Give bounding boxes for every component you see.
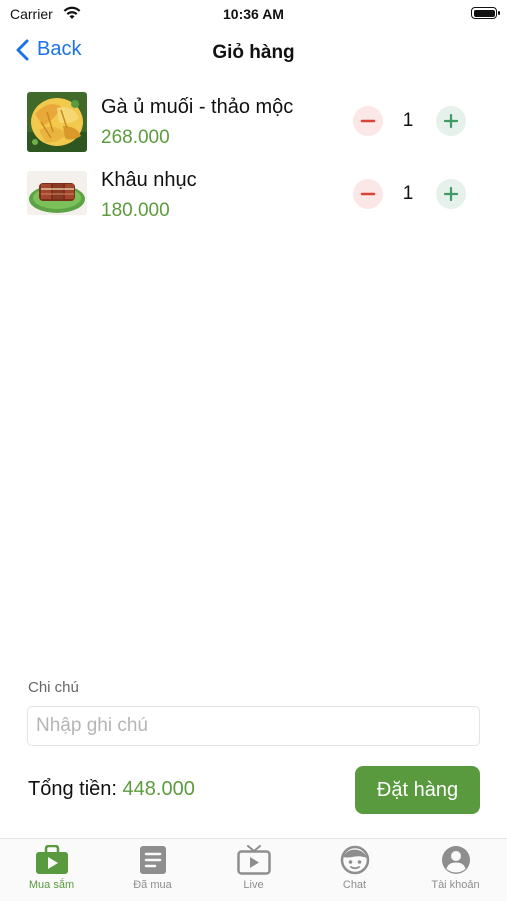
- order-total: Tổng tiền: 448.000: [28, 778, 195, 801]
- cart-item: Khâu nhục 180.000 1: [0, 161, 507, 234]
- quantity-value: 1: [402, 110, 414, 131]
- status-bar: Carrier 10:36 AM: [0, 0, 507, 30]
- item-price: 268.000: [101, 127, 170, 148]
- increase-quantity-button[interactable]: [436, 106, 466, 136]
- decrease-quantity-button[interactable]: [353, 179, 383, 209]
- tab-label: Chat: [342, 879, 367, 891]
- cart-item: Gà ủ muối - thảo mộc 268.000 1: [0, 88, 507, 161]
- tv-icon: [236, 845, 271, 875]
- braised-pork-photo: [27, 171, 87, 215]
- minus-icon: [360, 192, 376, 196]
- tab-tai-khoan[interactable]: Tài khoản: [405, 845, 506, 891]
- navigation-bar: Back Giỏ hàng: [0, 30, 507, 74]
- clock: 10:36 AM: [223, 6, 284, 22]
- tab-chat[interactable]: Chat: [304, 845, 405, 891]
- decrease-quantity-button[interactable]: [353, 106, 383, 136]
- item-name: Khâu nhục: [101, 169, 197, 191]
- place-order-button[interactable]: Đặt hàng: [355, 766, 480, 814]
- receipt-icon: [139, 846, 166, 874]
- chat-face-icon: [340, 845, 369, 875]
- tab-label: Mua sắm: [28, 879, 75, 891]
- total-label: Tổng tiền:: [28, 778, 117, 800]
- tab-label: Live: [243, 879, 264, 891]
- item-price: 180.000: [101, 200, 170, 221]
- tab-mua-sam[interactable]: Mua sắm: [1, 845, 102, 891]
- tab-label: Tài khoản: [431, 879, 480, 891]
- minus-icon: [360, 119, 376, 123]
- total-value: 448.000: [122, 778, 195, 800]
- tab-bar: Mua sắm Đã mua Live Chat Tài khoản: [0, 838, 507, 901]
- item-name: Gà ủ muối - thảo mộc: [101, 96, 294, 118]
- page-title: Giỏ hàng: [212, 42, 295, 63]
- tab-label: Đã mua: [133, 879, 172, 891]
- shopping-bag-icon: [35, 845, 68, 874]
- quantity-value: 1: [402, 183, 414, 204]
- plus-icon: [443, 113, 459, 129]
- account-icon: [441, 846, 470, 874]
- salted-chicken-photo: [27, 92, 87, 152]
- plus-icon: [443, 186, 459, 202]
- battery-icon: [471, 7, 500, 19]
- tab-da-mua[interactable]: Đã mua: [102, 845, 203, 891]
- increase-quantity-button[interactable]: [436, 179, 466, 209]
- note-label: Chi chú: [28, 679, 79, 696]
- tab-live[interactable]: Live: [203, 845, 304, 891]
- note-input[interactable]: [27, 706, 480, 746]
- cart-list: Gà ủ muối - thảo mộc 268.000 1 Khâu nhục…: [0, 88, 507, 234]
